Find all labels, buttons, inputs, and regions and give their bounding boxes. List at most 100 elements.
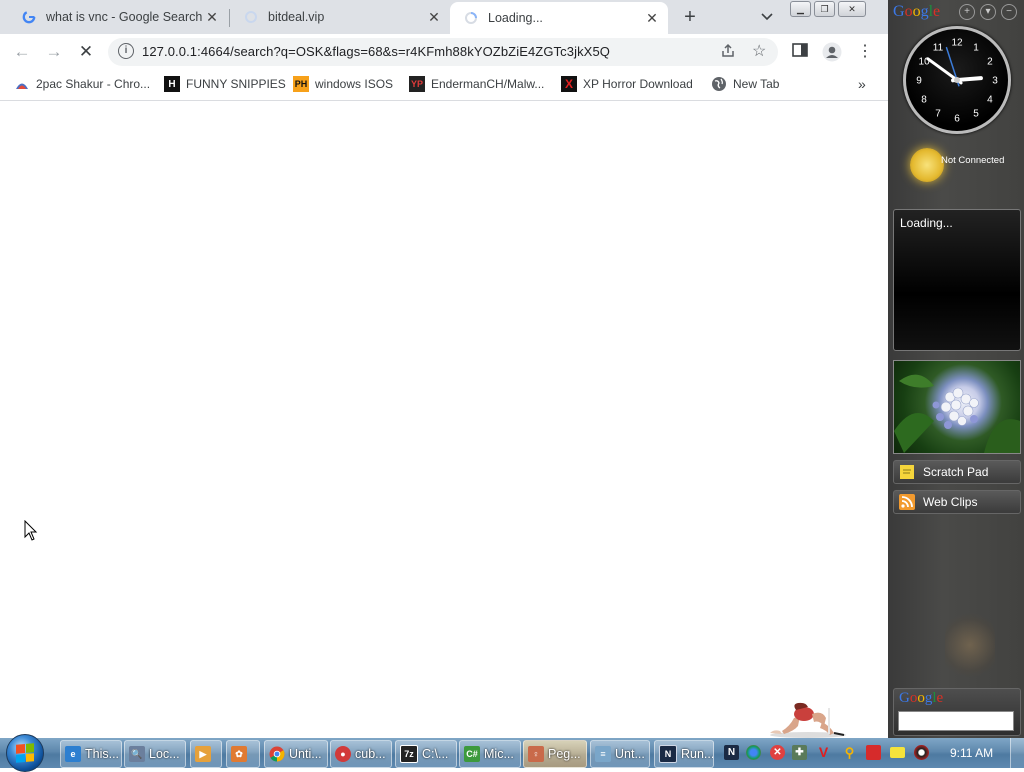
clock-center-dot xyxy=(954,77,960,83)
bookmark-star-icon[interactable]: ☆ xyxy=(752,41,766,61)
notepad-icon: ≡ xyxy=(595,746,611,762)
share-icon[interactable] xyxy=(720,43,736,62)
google-g-icon xyxy=(22,10,36,24)
red-x-favicon: X xyxy=(561,76,577,92)
address-bar[interactable]: i 127.0.0.1:4664/search?q=OSK&flags=68&s… xyxy=(108,38,778,66)
news-gadget[interactable]: Loading... xyxy=(893,209,1021,351)
7zip-icon: 7z xyxy=(400,745,418,763)
loading-icon xyxy=(244,10,258,24)
tray-speaker-icon[interactable] xyxy=(914,745,929,760)
clock-face: 12 1234567891011 xyxy=(916,38,998,125)
back-arrow-icon[interactable]: ← xyxy=(10,40,34,64)
add-gadget-icon[interactable]: + xyxy=(959,4,975,20)
close-window-button[interactable]: ✕ xyxy=(838,1,866,17)
taskbar-button-loc[interactable]: 🔍 Loc... xyxy=(124,740,186,768)
sidebar-minimize-icon[interactable]: − xyxy=(1001,4,1017,20)
bookmark-new-tab[interactable]: New Tab xyxy=(711,76,779,92)
taskbar-clock[interactable]: 9:11 AM xyxy=(950,746,993,760)
taskbar-button-app[interactable]: ✿ xyxy=(226,740,260,768)
tab-title: what is vnc - Google Search xyxy=(46,10,202,24)
tray-battery-icon[interactable] xyxy=(890,747,905,758)
close-tab-icon[interactable]: ✕ xyxy=(642,10,662,27)
web-clips-label: Web Clips xyxy=(923,495,978,509)
taskbar-button-notepad[interactable]: ≡ Unt... xyxy=(590,740,650,768)
profile-avatar-icon[interactable] xyxy=(822,42,842,62)
bookmark-endermanch[interactable]: YP EndermanCH/Malw... xyxy=(409,76,544,92)
bookmark-xp-horror[interactable]: X XP Horror Download xyxy=(561,76,693,92)
site-info-icon[interactable]: i xyxy=(118,43,134,59)
start-button[interactable] xyxy=(6,734,44,772)
taskbar-label: Run... xyxy=(681,747,714,761)
taskbar-label: Unt... xyxy=(615,747,645,761)
bookmark-2pac[interactable]: 2pac Shakur - Chro... xyxy=(14,76,150,92)
analog-clock-gadget[interactable]: 12 1 2 3 4 5 6 7 8 9 10 11 xyxy=(903,26,1011,134)
show-desktop-button[interactable] xyxy=(1010,738,1024,768)
clock-number: 2 xyxy=(987,57,993,68)
scratch-pad-label: Scratch Pad xyxy=(923,465,989,479)
page-content[interactable] xyxy=(0,101,888,738)
photo-gadget-hydrangea[interactable] xyxy=(893,360,1021,454)
web-clips-button[interactable]: Web Clips xyxy=(893,490,1021,514)
browser-toolbar: ← → ✕ i 127.0.0.1:4664/search?q=OSK&flag… xyxy=(0,34,888,70)
bookmark-label: EndermanCH/Malw... xyxy=(431,77,545,91)
bookmarks-overflow-button[interactable]: » xyxy=(858,76,866,92)
tab-strip: what is vnc - Google Search ✕ bitdeal.vi… xyxy=(0,0,888,34)
windows-logo-icon xyxy=(16,743,34,763)
close-tab-icon[interactable]: ✕ xyxy=(202,9,222,26)
bookmark-windows-isos[interactable]: PH windows ISOS xyxy=(293,76,393,92)
tray-search-icon[interactable]: ⚲ xyxy=(842,745,857,760)
address-url[interactable]: 127.0.0.1:4664/search?q=OSK&flags=68&s=r… xyxy=(142,44,610,59)
google-search-gadget: Google xyxy=(893,688,1021,736)
taskbar-label: Loc... xyxy=(149,747,180,761)
taskbar-button-cub[interactable]: ● cub... xyxy=(330,740,392,768)
stop-loading-icon[interactable]: ✕ xyxy=(74,40,98,64)
taskbar-button-run[interactable]: N Run... xyxy=(654,740,714,768)
hydrangea-photo xyxy=(894,374,1020,453)
taskbar-button-media[interactable]: ▶ xyxy=(190,740,222,768)
clock-number: 3 xyxy=(992,76,998,87)
clock-number: 8 xyxy=(921,95,927,106)
news-status: Loading... xyxy=(900,216,953,230)
chrome-window: what is vnc - Google Search ✕ bitdeal.vi… xyxy=(0,0,888,738)
tray-terminal-icon[interactable]: N xyxy=(724,745,739,760)
taskbar-label: Unti... xyxy=(289,747,322,761)
tray-chrome-icon[interactable] xyxy=(746,745,761,760)
google-search-input[interactable] xyxy=(898,711,1014,731)
tray-flag-icon[interactable] xyxy=(866,745,881,760)
taskbar-button-pegdancer[interactable]: ♀ Peg... xyxy=(523,740,587,768)
tab-loading[interactable]: Loading... ✕ xyxy=(450,2,668,34)
taskbar-button-chrome[interactable]: Unti... xyxy=(264,740,328,768)
google-desktop-sidebar: Google + ▾ − 12 1 2 3 4 5 6 7 8 9 10 11 Not Connect… xyxy=(888,0,1024,738)
weather-status: Not Connected xyxy=(941,155,1005,166)
taskbar-button-7zip[interactable]: 7z C:\... xyxy=(395,740,457,768)
media-player-icon: ▶ xyxy=(195,746,211,762)
taskbar-button-mic[interactable]: C# Mic... xyxy=(459,740,521,768)
tab-bitdeal[interactable]: bitdeal.vip ✕ xyxy=(230,2,450,32)
taskbar-label: Peg... xyxy=(548,747,581,761)
record-icon: ● xyxy=(335,746,351,762)
forward-arrow-icon[interactable]: → xyxy=(42,40,66,64)
bookmark-label: XP Horror Download xyxy=(583,77,693,91)
taskbar-button-ie[interactable]: e This... xyxy=(60,740,122,768)
tab-google-search[interactable]: what is vnc - Google Search ✕ xyxy=(8,2,228,32)
globe-favicon xyxy=(711,76,727,92)
side-panel-icon[interactable] xyxy=(790,42,810,62)
kebab-menu-icon[interactable]: ⋮ xyxy=(855,42,875,62)
tray-v-icon[interactable]: V xyxy=(816,745,831,760)
pegdancer-figure xyxy=(764,700,850,738)
tray-tools-icon[interactable]: ✚ xyxy=(792,745,807,760)
new-tab-button[interactable]: + xyxy=(677,4,703,30)
close-tab-icon[interactable]: ✕ xyxy=(424,9,444,26)
scratch-pad-button[interactable]: Scratch Pad xyxy=(893,460,1021,484)
clock-number: 9 xyxy=(916,76,922,87)
restore-button[interactable]: ❐ xyxy=(814,1,835,17)
tray-network-error-icon[interactable]: ✕ xyxy=(770,745,785,760)
weather-gadget[interactable]: Not Connected xyxy=(888,138,1024,196)
tab-search-chevron-icon[interactable] xyxy=(756,6,778,28)
clock-number: 5 xyxy=(973,108,979,119)
bookmark-funny-snippies[interactable]: H FUNNY SNIPPIES xyxy=(164,76,286,92)
minimize-button[interactable]: ▁ xyxy=(790,1,811,17)
sidebar-menu-icon[interactable]: ▾ xyxy=(980,4,996,20)
h-box-favicon: H xyxy=(164,76,180,92)
taskbar-label: C:\... xyxy=(422,747,449,761)
